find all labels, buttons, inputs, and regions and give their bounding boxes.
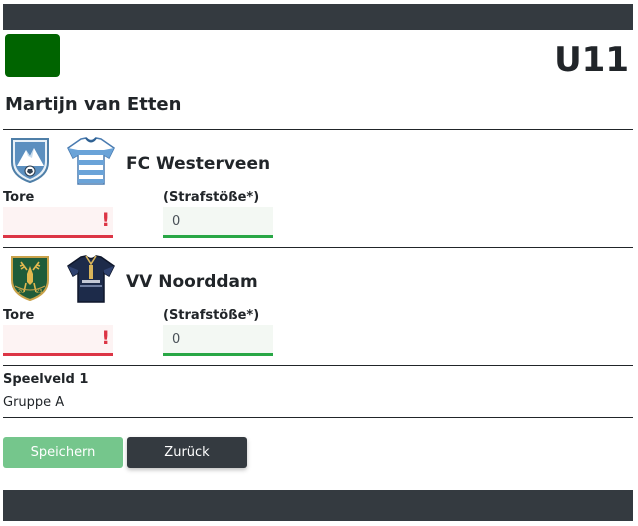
svg-text:23: 23 — [36, 289, 42, 295]
shield-mountain-icon — [11, 138, 49, 184]
jersey-striped-icon — [67, 137, 115, 185]
age-class-title: U11 — [554, 40, 629, 80]
save-button[interactable]: Speichern — [3, 437, 123, 468]
back-button[interactable]: Zurück — [127, 437, 247, 468]
referee-name: Martijn van Etten — [5, 94, 182, 115]
goals-input-away[interactable]: ! — [3, 325, 113, 356]
goals-label: Tore — [3, 190, 35, 205]
footer-bar — [3, 490, 633, 521]
club-logo — [5, 34, 60, 77]
divider — [3, 417, 633, 418]
team-row-home: FC Westerveen — [3, 136, 633, 194]
group-name: Gruppe A — [3, 395, 65, 410]
jersey-navy-icon — [67, 255, 115, 303]
penalties-label: (Strafstöße*) — [163, 308, 260, 323]
svg-text:20: 20 — [18, 289, 24, 295]
team-name: FC Westerveen — [126, 154, 271, 174]
shield-deer-icon: 20 23 — [11, 256, 49, 302]
divider — [3, 365, 633, 366]
goals-input-home[interactable]: ! — [3, 207, 113, 238]
error-icon: ! — [101, 327, 110, 349]
top-navbar — [3, 4, 633, 30]
divider — [3, 247, 633, 248]
team-name: VV Noorddam — [126, 272, 258, 292]
team-row-away: 20 23 VV Noorddam — [3, 254, 633, 312]
penalties-label: (Strafstöße*) — [163, 190, 260, 205]
error-icon: ! — [101, 209, 110, 231]
field-name: Speelveld 1 — [3, 372, 89, 387]
goals-label: Tore — [3, 308, 35, 323]
penalties-input-away[interactable]: 0 — [163, 325, 273, 356]
divider — [3, 129, 633, 130]
penalties-input-home[interactable]: 0 — [163, 207, 273, 238]
